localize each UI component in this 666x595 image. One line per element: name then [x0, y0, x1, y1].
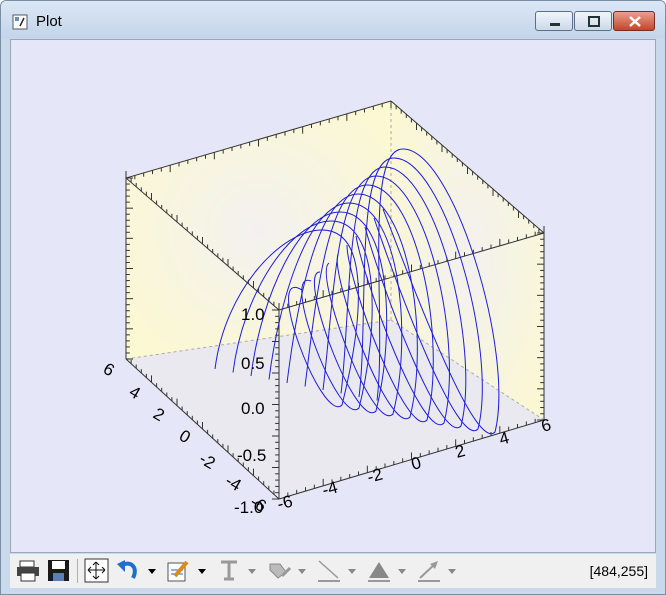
minimize-icon: [550, 23, 560, 26]
arrow-icon[interactable]: [416, 558, 442, 584]
close-button[interactable]: [613, 11, 655, 31]
app-icon: [12, 14, 28, 30]
y-tick-label: 4: [126, 382, 144, 403]
maximize-button[interactable]: [574, 11, 612, 31]
polygon-dropdown-icon[interactable]: [396, 558, 408, 584]
x-tick-label: 6: [539, 415, 553, 436]
maximize-icon: [588, 16, 600, 27]
y-tick-label: -4: [222, 471, 245, 495]
arrow-dropdown-icon[interactable]: [446, 558, 458, 584]
fill-dropdown-icon[interactable]: [296, 558, 308, 584]
save-icon[interactable]: [46, 558, 72, 584]
z-tick-label: 0.5: [241, 354, 265, 373]
title-bar[interactable]: Plot: [1, 1, 665, 38]
cursor-status: [484,255]: [589, 563, 648, 579]
line-icon[interactable]: [316, 558, 342, 584]
toolbar-separator: [77, 559, 78, 583]
fill-icon[interactable]: [266, 558, 292, 584]
text-icon[interactable]: [216, 558, 242, 584]
plot-area[interactable]: 1.0 0.5 0.0 -0.5 -1.0 6 4 2 0 -2 -4 -6 -…: [10, 39, 656, 553]
annotate-pencil-icon[interactable]: [165, 558, 191, 584]
z-tick-label: -0.5: [237, 446, 266, 465]
print-icon[interactable]: [15, 558, 41, 584]
y-tick-label: 0: [176, 426, 194, 447]
y-tick-label: -2: [196, 449, 219, 473]
plot-window: Plot 1.0 0.5 0.0 -0.5 -1.0 6 4 2 0 -2 -4…: [0, 0, 666, 595]
y-tick-label: 6: [100, 359, 118, 380]
select-arrow-icon[interactable]: [84, 558, 110, 584]
text-dropdown-icon[interactable]: [246, 558, 258, 584]
pencil-dropdown-icon[interactable]: [196, 558, 208, 584]
z-tick-label: 0.0: [241, 399, 265, 418]
undo-dropdown-icon[interactable]: [146, 558, 158, 584]
x-tick-label: 4: [497, 428, 511, 449]
undo-icon[interactable]: [115, 558, 141, 584]
window-title: Plot: [36, 13, 62, 30]
surface-plot: 1.0 0.5 0.0 -0.5 -1.0 6 4 2 0 -2 -4 -6 -…: [100, 100, 553, 517]
minimize-button[interactable]: [535, 11, 573, 31]
x-tick-label: 2: [453, 441, 467, 462]
polygon-icon[interactable]: [366, 558, 392, 584]
z-tick-label: 1.0: [241, 305, 265, 324]
line-dropdown-icon[interactable]: [346, 558, 358, 584]
toolbar: [484,255]: [10, 554, 656, 588]
y-tick-label: 2: [150, 404, 168, 425]
close-icon: [629, 16, 641, 27]
